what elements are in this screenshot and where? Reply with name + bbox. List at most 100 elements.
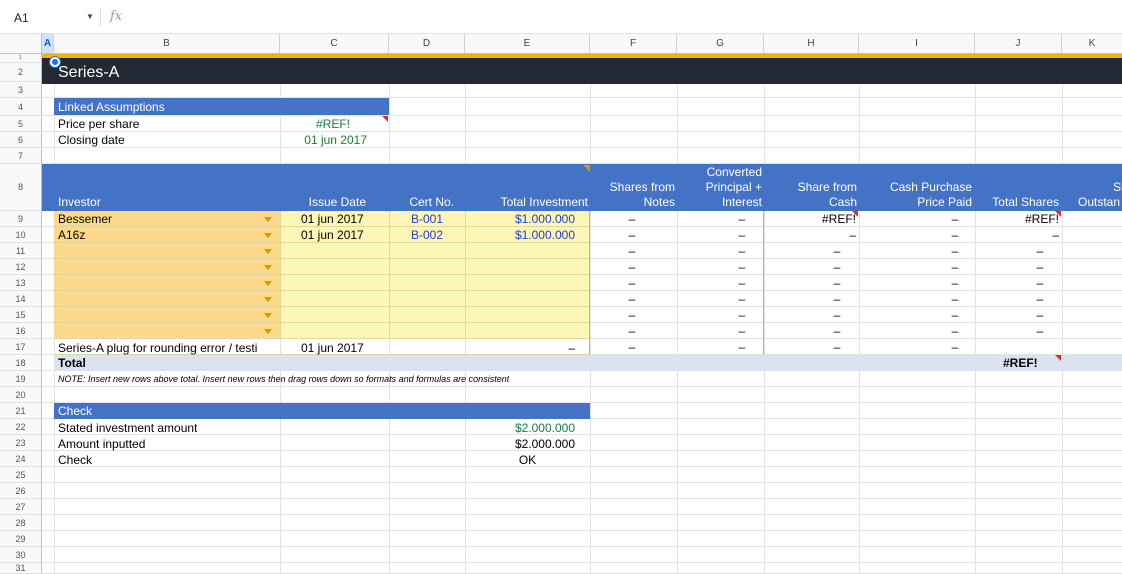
column-header-d[interactable]: D xyxy=(389,34,465,54)
row-header[interactable]: 31 xyxy=(0,563,42,574)
closing-value[interactable]: 01 jun 2017 xyxy=(280,132,367,148)
chevron-down-icon[interactable] xyxy=(264,329,272,334)
chevron-down-icon[interactable] xyxy=(264,313,272,318)
check-value[interactable]: OK xyxy=(465,452,590,468)
investor-name[interactable]: A16z xyxy=(58,227,85,243)
name-box[interactable]: A1 ▼ xyxy=(8,8,94,28)
row-header[interactable]: 23 xyxy=(0,435,42,451)
cell-reference: A1 xyxy=(14,11,29,25)
row-header[interactable]: 15 xyxy=(0,307,42,323)
header-issue-date: Issue Date xyxy=(308,195,366,209)
column-header-k[interactable]: K xyxy=(1062,34,1122,54)
chevron-down-icon[interactable] xyxy=(264,249,272,254)
row-header[interactable]: 5 xyxy=(0,116,42,132)
column-header-h[interactable]: H xyxy=(764,34,859,54)
empty-value: – xyxy=(1036,292,1044,306)
error-indicator xyxy=(1055,211,1061,217)
empty-value: – xyxy=(1036,260,1044,274)
row-header[interactable]: 11 xyxy=(0,243,42,259)
row-header[interactable]: 13 xyxy=(0,275,42,291)
row-header[interactable]: 22 xyxy=(0,419,42,435)
row-header[interactable]: 1 xyxy=(0,54,42,63)
total-shares: – xyxy=(1052,228,1059,242)
shares-from-notes: – xyxy=(628,212,636,226)
column-header-e[interactable]: E xyxy=(465,34,590,54)
comment-indicator xyxy=(583,165,590,172)
row-header[interactable]: 28 xyxy=(0,515,42,531)
chevron-down-icon[interactable] xyxy=(264,281,272,286)
total-investment[interactable]: $1.000.000 xyxy=(465,227,575,243)
header-converted-2: Principal + xyxy=(705,180,762,194)
column-header-i[interactable]: I xyxy=(859,34,975,54)
chevron-down-icon[interactable] xyxy=(264,217,272,222)
column-header-f[interactable]: F xyxy=(590,34,677,54)
issue-date[interactable]: 01 jun 2017 xyxy=(301,227,364,243)
empty-value: – xyxy=(628,276,636,290)
row-header[interactable]: 30 xyxy=(0,547,42,563)
formula-bar: A1 ▼ fx xyxy=(0,0,1122,34)
header-cert-no: Cert No. xyxy=(409,195,454,209)
plug-label: Series-A plug for rounding error / testi xyxy=(58,341,258,355)
empty-value: – xyxy=(738,276,746,290)
linked-assumptions-title: Linked Assumptions xyxy=(58,100,165,114)
cert-no[interactable]: B-001 xyxy=(389,211,465,227)
row-header[interactable]: 29 xyxy=(0,531,42,547)
chevron-down-icon[interactable] xyxy=(264,233,272,238)
selection-handle[interactable] xyxy=(50,57,60,67)
column-header-c[interactable]: C xyxy=(280,34,389,54)
chevron-down-icon[interactable]: ▼ xyxy=(86,12,94,21)
empty-value: – xyxy=(833,276,841,290)
row-header[interactable]: 6 xyxy=(0,132,42,148)
header-converted-3: Interest xyxy=(721,195,762,209)
empty-value: – xyxy=(628,324,636,338)
row-header[interactable]: 27 xyxy=(0,499,42,515)
row-header[interactable]: 10 xyxy=(0,227,42,243)
plug-investment: – xyxy=(568,341,575,355)
row-header[interactable]: 9 xyxy=(0,211,42,227)
row-header[interactable]: 20 xyxy=(0,387,42,403)
investor-name[interactable]: Bessemer xyxy=(58,211,112,227)
row-header[interactable]: 8 xyxy=(0,164,42,211)
row-header[interactable]: 2 xyxy=(0,63,42,82)
select-all-corner[interactable] xyxy=(0,34,42,54)
row-header[interactable]: 26 xyxy=(0,483,42,499)
share-from-cash: – xyxy=(849,228,856,242)
row-header[interactable]: 17 xyxy=(0,339,42,355)
note-text: NOTE: Insert new rows above total. Inser… xyxy=(58,374,510,384)
row-header[interactable]: 12 xyxy=(0,259,42,275)
error-indicator xyxy=(1055,355,1061,361)
header-share-from-cash-2: Cash xyxy=(828,195,857,209)
empty-value: – xyxy=(951,276,959,290)
column-header-b[interactable]: B xyxy=(54,34,280,54)
header-cash-purchase-1: Cash Purchase xyxy=(889,180,972,194)
stated-value[interactable]: $2.000.000 xyxy=(465,420,575,436)
chevron-down-icon[interactable] xyxy=(264,297,272,302)
divider xyxy=(100,8,101,26)
chevron-down-icon[interactable] xyxy=(264,265,272,270)
row-header[interactable]: 7 xyxy=(0,148,42,164)
issue-date[interactable]: 01 jun 2017 xyxy=(301,211,364,227)
row-header[interactable]: 3 xyxy=(0,82,42,98)
total-investment[interactable]: $1.000.000 xyxy=(465,211,575,227)
row-header[interactable]: 16 xyxy=(0,323,42,339)
column-header-a[interactable]: A xyxy=(42,34,54,54)
row-header[interactable]: 18 xyxy=(0,355,42,371)
row-header[interactable]: 24 xyxy=(0,451,42,467)
row-header[interactable]: 21 xyxy=(0,403,42,419)
cert-no[interactable]: B-002 xyxy=(389,227,465,243)
inputted-value[interactable]: $2.000.000 xyxy=(465,436,575,452)
share-from-cash: #REF! xyxy=(821,212,856,226)
empty-value: – xyxy=(833,292,841,306)
row-header[interactable]: 19 xyxy=(0,371,42,387)
row-header[interactable]: 25 xyxy=(0,467,42,483)
row-header[interactable]: 14 xyxy=(0,291,42,307)
column-header-j[interactable]: J xyxy=(975,34,1062,54)
empty-value: – xyxy=(951,308,959,322)
empty-value: – xyxy=(628,308,636,322)
row-header[interactable]: 4 xyxy=(0,98,42,116)
total-shares-value[interactable]: #REF! xyxy=(1003,355,1038,371)
column-header-g[interactable]: G xyxy=(677,34,764,54)
price-value[interactable]: #REF! xyxy=(280,116,350,132)
header-shares-from-notes-2: Notes xyxy=(643,195,675,209)
converted-interest: – xyxy=(738,228,746,242)
